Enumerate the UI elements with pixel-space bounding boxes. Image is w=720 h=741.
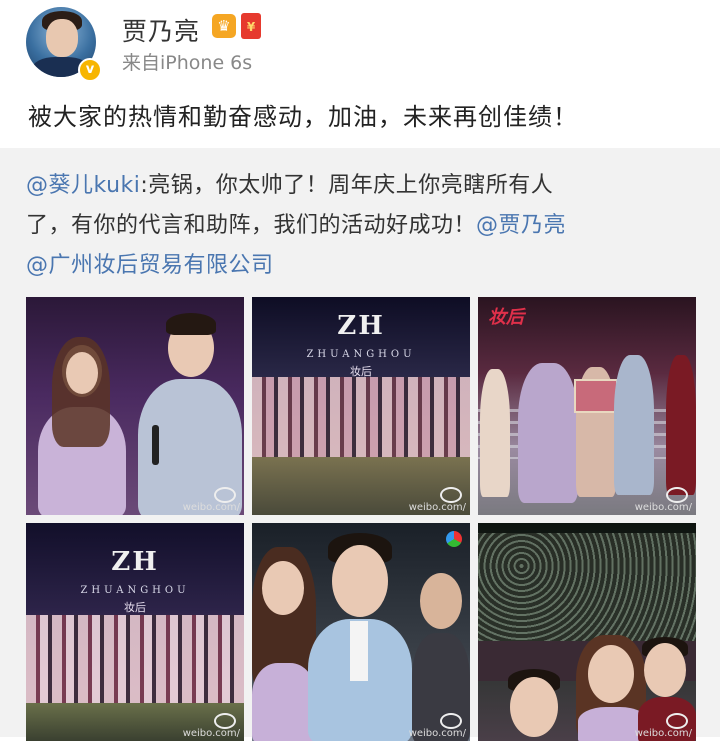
woman-face: [66, 352, 98, 394]
photo-watermark: weibo.com/: [182, 728, 240, 739]
photo-watermark: weibo.com/: [634, 728, 692, 739]
man-head: [332, 545, 388, 617]
person-4: [614, 355, 654, 495]
weibo-watermark-icon: [214, 713, 236, 729]
post-text: 被大家的热情和勤奋感动，加油，未来再创佳绩！: [28, 103, 578, 131]
post-source: 来自iPhone 6s: [122, 52, 253, 74]
group-crowd: [26, 615, 244, 703]
repost-card[interactable]: @葵儿kuki:亮锅，你太帅了！周年庆上你亮瞎所有人 了，有你的代言和助阵，我们…: [0, 148, 720, 741]
weibo-watermark-icon: [666, 713, 688, 729]
mention-link-jianailiang[interactable]: @贾乃亮: [476, 213, 566, 238]
older-man-head: [420, 573, 462, 629]
photo-2[interactable]: ZH ZHUANGHOU 妆后 weibo.com/: [252, 297, 470, 515]
zh-logo: ZH: [111, 547, 159, 577]
zhuanghou-logo-text: ZHUANGHOU: [80, 585, 190, 596]
avatar-face: [46, 19, 78, 57]
audience-crowd: [478, 533, 696, 643]
microphone: [152, 425, 159, 465]
photo-watermark: weibo.com/: [408, 728, 466, 739]
photo-watermark: weibo.com/: [634, 502, 692, 513]
photo-watermark: weibo.com/: [182, 502, 240, 513]
repost-line2: 了，有你的代言和助阵，我们的活动好成功！: [26, 213, 477, 238]
man-shirt: [350, 621, 368, 681]
man2-head: [644, 643, 686, 697]
person-5: [666, 355, 696, 495]
user-name[interactable]: 贾乃亮: [122, 12, 200, 48]
photo-5[interactable]: weibo.com/: [252, 523, 470, 741]
weibo-watermark-icon: [440, 713, 462, 729]
repost-line1: :亮锅，你太帅了！周年庆上你亮瞎所有人: [140, 173, 554, 198]
photo-4[interactable]: ZH ZHUANGHOU 妆后 weibo.com/: [26, 523, 244, 741]
brand-stage-sign: 妆后: [488, 307, 524, 328]
brand-chinese-logo: 妆后: [124, 601, 146, 614]
repost-author-link[interactable]: @葵儿kuki: [26, 173, 140, 198]
repost-text: @葵儿kuki:亮锅，你太帅了！周年庆上你亮瞎所有人 了，有你的代言和助阵，我们…: [26, 166, 698, 286]
photo-3[interactable]: 妆后 weibo.com/: [478, 297, 696, 515]
photo-watermark: weibo.com/: [408, 502, 466, 513]
mention-link-company[interactable]: @广州妆后贸易有限公司: [26, 253, 274, 278]
zhuanghou-logo-text: ZHUANGHOU: [306, 349, 416, 360]
crown-icon[interactable]: ♛: [212, 14, 236, 38]
person-1: [480, 369, 510, 497]
verified-badge-icon: v: [78, 58, 102, 82]
woman-head: [588, 645, 634, 703]
person-2: [518, 363, 578, 503]
group-crowd: [252, 377, 470, 457]
woman-figure: [252, 663, 316, 741]
zh-logo: ZH: [337, 311, 385, 341]
weibo-watermark-icon: [666, 487, 688, 503]
red-packet-icon[interactable]: ¥: [241, 13, 261, 39]
man-hair: [166, 313, 216, 335]
weibo-watermark-icon: [214, 487, 236, 503]
photo-1[interactable]: weibo.com/: [26, 297, 244, 515]
tv-logo-icon: [446, 531, 462, 547]
weibo-watermark-icon: [440, 487, 462, 503]
photo-6[interactable]: weibo.com/: [478, 523, 696, 741]
man1-head: [510, 677, 558, 737]
post-header: v 贾乃亮 ♛ ¥ 来自iPhone 6s: [0, 0, 720, 92]
award-frame: [574, 379, 618, 413]
woman-head: [262, 561, 304, 615]
